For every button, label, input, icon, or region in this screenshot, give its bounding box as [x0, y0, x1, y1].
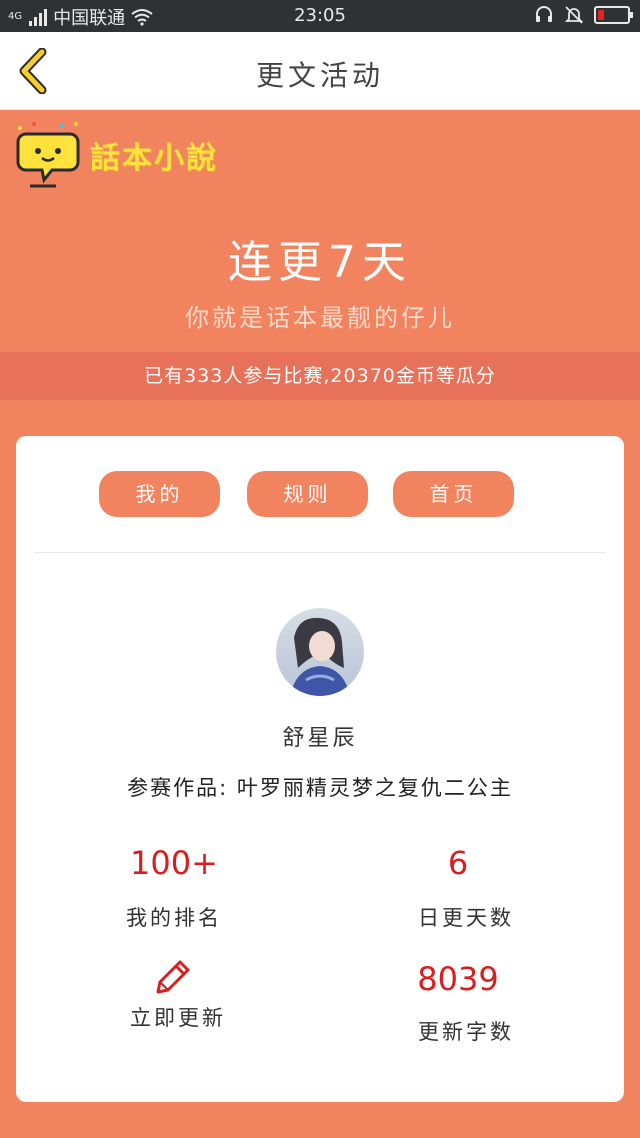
logo-text: 話本小說 [90, 141, 218, 176]
event-banner: 話本小說 连更7天 你就是话本最靓的仔儿 已有333人参与比赛,20370金币等… [0, 110, 640, 400]
banner-subtitle: 你就是话本最靓的仔儿 [185, 304, 455, 332]
update-days-value: 6 [447, 844, 469, 882]
status-bar: 4G 中国联通 23:05 [0, 0, 640, 32]
app-header: 更文活动 [0, 32, 640, 110]
tab-rules[interactable]: 规则 [247, 471, 368, 517]
user-name: 舒星辰 [282, 726, 358, 751]
page-title: 更文活动 [255, 59, 384, 92]
tab-bar: 我的 规则 首页 [16, 471, 624, 517]
divider [34, 552, 606, 553]
participation-notice: 已有333人参与比赛,20370金币等瓜分 [0, 352, 640, 400]
headset-icon [536, 6, 552, 22]
tab-mine[interactable]: 我的 [99, 471, 220, 517]
mute-icon [564, 6, 584, 24]
speech-bubble-logo-icon [16, 122, 80, 188]
rank-value: 100+ [130, 844, 218, 882]
pencil-icon[interactable] [152, 958, 194, 998]
contest-entry: 参赛作品: 叶罗丽精灵梦之复仇二公主 [127, 776, 513, 800]
battery-icon [594, 6, 633, 24]
rank-label: 我的排名 [126, 906, 222, 930]
tab-home[interactable]: 首页 [393, 471, 514, 517]
avatar[interactable] [276, 608, 364, 696]
word-count-value: 8039 [417, 960, 499, 998]
app-logo: 話本小說 [14, 120, 218, 190]
status-right [534, 5, 633, 25]
update-now-button[interactable]: 立即更新 [78, 1002, 278, 1032]
word-count-label: 更新字数 [418, 1020, 514, 1044]
activity-card: 我的 规则 首页 舒星辰 参赛作品: 叶罗丽精灵梦之复仇二公主 100+ 我的排… [16, 436, 624, 1102]
update-days-label: 日更天数 [418, 906, 514, 930]
banner-title: 连更7天 [228, 237, 412, 288]
